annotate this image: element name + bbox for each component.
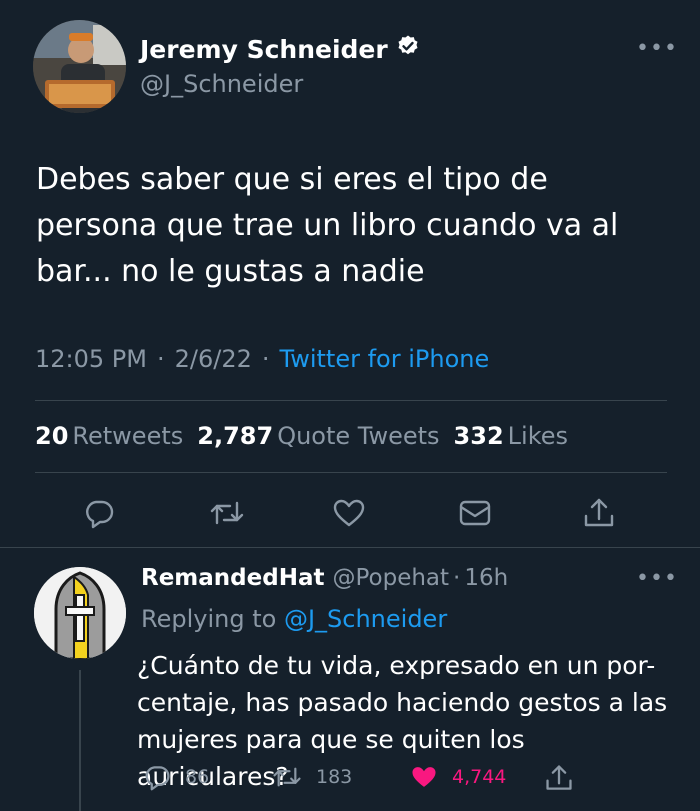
- author-name[interactable]: Jeremy Schneider: [140, 35, 388, 64]
- reply-icon: [145, 766, 170, 791]
- quotes-label: Quote Tweets: [277, 422, 440, 450]
- verified-badge-icon: [396, 34, 420, 64]
- tweet-meta: 12:05 PM · 2/6/22 · Twitter for iPhone: [35, 345, 489, 373]
- retweets-count: 20: [35, 422, 69, 450]
- quotes-stat[interactable]: 2,787 Quote Tweets: [197, 422, 439, 450]
- thread-line: [79, 670, 81, 811]
- reply-replies-count: 86: [185, 766, 210, 788]
- quotes-count: 2,787: [197, 422, 274, 450]
- reply-age[interactable]: 16h: [464, 565, 508, 591]
- retweets-stat[interactable]: 20 Retweets: [35, 422, 183, 450]
- divider: [35, 400, 667, 401]
- section-divider: [0, 547, 700, 548]
- meta-separator: ·: [156, 345, 165, 373]
- like-icon: [412, 767, 436, 787]
- author-handle[interactable]: @J_Schneider: [140, 70, 303, 98]
- retweets-label: Retweets: [72, 422, 184, 450]
- reply-likes-action[interactable]: 4,744: [410, 763, 506, 791]
- tweet-actions: [0, 490, 700, 536]
- reply-header: RemandedHat @Popehat · 16h: [141, 565, 508, 591]
- author-name-row[interactable]: Jeremy Schneider: [140, 34, 420, 64]
- likes-stat[interactable]: 332 Likes: [454, 422, 568, 450]
- tweet-client[interactable]: Twitter for iPhone: [280, 345, 490, 373]
- meta-separator: ·: [453, 565, 461, 591]
- likes-count: 332: [453, 422, 504, 450]
- more-icon[interactable]: •••: [636, 566, 678, 591]
- reply-author-handle[interactable]: @Popehat: [332, 565, 449, 591]
- replying-prefix: Replying to: [141, 605, 277, 633]
- tweet-stats: 20 Retweets 2,787 Quote Tweets 332 Likes: [35, 422, 568, 450]
- divider: [35, 472, 667, 473]
- retweet-icon[interactable]: [204, 490, 250, 536]
- reply-author-name[interactable]: RemandedHat: [141, 565, 324, 591]
- author-avatar[interactable]: [33, 20, 126, 113]
- tweet-date[interactable]: 2/6/22: [175, 345, 252, 373]
- likes-label: Likes: [507, 422, 569, 450]
- reply-author-avatar[interactable]: [34, 567, 126, 659]
- tweet-time[interactable]: 12:05 PM: [35, 345, 147, 373]
- reply-likes-count: 4,744: [452, 766, 507, 788]
- reply-icon[interactable]: [76, 490, 122, 536]
- more-icon[interactable]: •••: [636, 36, 678, 61]
- replying-handle[interactable]: @J_Schneider: [284, 605, 447, 633]
- like-icon[interactable]: [326, 490, 372, 536]
- replying-to: Replying to @J_Schneider: [141, 605, 447, 633]
- meta-separator: ·: [261, 345, 270, 373]
- tweet-text: Debes saber que si eres el tipo de perso…: [36, 162, 619, 289]
- share-via-dm-icon[interactable]: [452, 490, 498, 536]
- reply-retweets-count: 183: [316, 766, 353, 788]
- retweet-icon: [273, 767, 301, 787]
- share-icon[interactable]: [576, 490, 622, 536]
- share-icon[interactable]: [544, 763, 574, 793]
- reply-replies-action[interactable]: 86: [143, 763, 209, 791]
- reply-retweets-action[interactable]: 183: [272, 763, 352, 791]
